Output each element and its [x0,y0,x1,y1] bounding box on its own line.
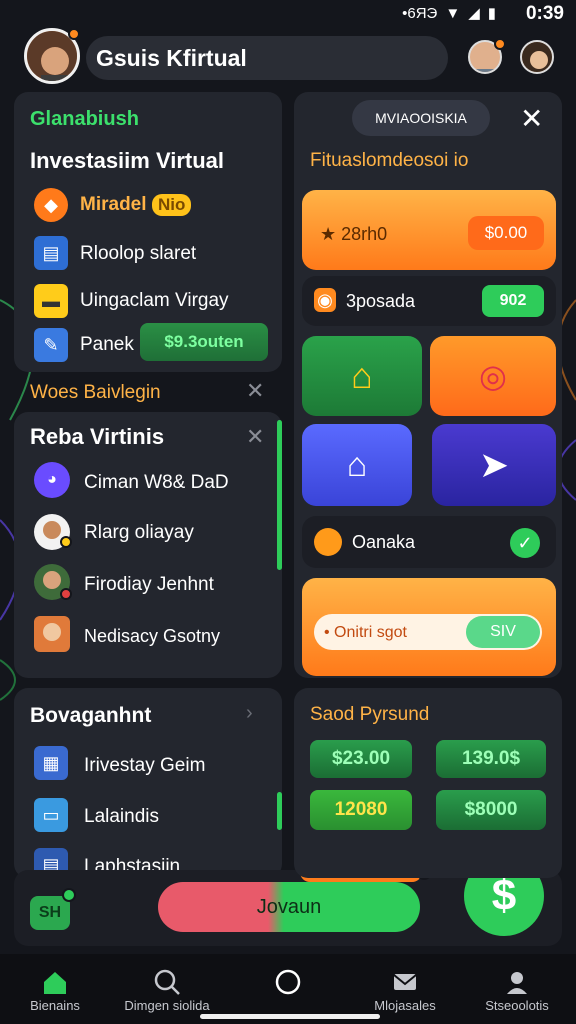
avatar: ◕ [34,462,70,498]
mail-icon [393,974,417,990]
row-label: 3posada [346,291,416,311]
chart-icon: ✎ [34,328,68,362]
home-indicator [200,1014,380,1019]
nav-item-home-button[interactable] [233,968,343,996]
amount-pill[interactable]: 139.0$ [436,740,546,778]
tile-building[interactable]: ⌂ [302,424,412,506]
tile-target[interactable]: ◎ [430,336,556,416]
item-label[interactable]: Uingaclam Virgay [80,290,229,312]
status-bar: •6ЯЭ ▼ ◢ ▮ 0:39 [0,0,576,26]
nav-item-search[interactable] [112,968,222,996]
home-icon [44,972,66,994]
panel-title: Investasiim Virtual [30,148,225,173]
section-label: Woes Baivlegin [30,382,161,403]
send-icon: ➤ [478,444,510,485]
slider-value[interactable]: SIV [466,616,540,648]
check-icon[interactable]: ✓ [510,528,540,558]
nav-label: Stseoolotis [485,998,549,1013]
tile-home[interactable]: ⌂ [302,336,422,416]
card-value[interactable]: $0.00 [468,216,544,250]
nav-item-messages[interactable] [350,968,460,996]
building-icon: ⌂ [346,445,368,484]
top-tab-button[interactable]: MVIAOOISKIA [352,100,490,136]
coin-icon [314,528,342,556]
page-title: Gsuis Kfirtual [96,45,247,71]
briefcase-icon: ▦ [34,746,68,780]
panel-title: Bovaganhnt [30,704,152,727]
card-text: ★ 28rh0 [320,224,388,244]
status-dot [62,888,76,902]
circle-icon [275,969,301,995]
item-badge: Nio [152,194,192,216]
nav-label: Dimgen siolida [124,998,210,1013]
carrier-text: •6ЯЭ [402,4,438,22]
user-avatar-2[interactable] [520,40,554,74]
balance-pill[interactable]: $9.3outen [140,323,268,361]
item-label[interactable]: Lalaindis [84,806,159,828]
item-label[interactable]: Panek [80,334,134,356]
nav-item-home[interactable] [0,968,110,996]
status-dot [60,588,72,600]
avatar [34,616,70,652]
status-badge[interactable]: SH [30,896,70,930]
row-value[interactable]: 902 [482,285,544,317]
nav-label: Mlojasales [374,998,436,1013]
signal-icon: ◢ [468,5,480,22]
status-label: Oanaka [352,532,416,552]
scrollbar[interactable] [277,420,282,570]
status-icons: •6ЯЭ ▼ ◢ ▮ [402,4,496,23]
amount-pill[interactable]: 12080 [310,790,412,830]
notification-dot [494,38,506,50]
scrollbar[interactable] [277,792,282,830]
close-icon[interactable]: ✕ [520,102,543,135]
panel-title: Reba Virtinis [30,424,165,449]
person-name[interactable]: Nedisacy Gsotny [84,626,220,647]
battery-icon: ▮ [487,5,496,22]
wifi-icon: ▼ [445,4,461,22]
status-dot [60,536,72,548]
wallet-icon: ▬ [34,284,68,318]
notification-dot [68,28,80,40]
clock: 0:39 [525,3,564,24]
panel-heading: Glanabiush [30,108,139,130]
join-button[interactable]: Jovaun [158,882,420,932]
location-icon: ◉ [314,288,336,312]
close-icon[interactable]: ✕ [246,378,264,404]
target-icon: ◎ [479,358,507,394]
slider-label: • Onitri sgot [324,624,407,641]
amount-pill[interactable]: $8000 [436,790,546,830]
item-label[interactable]: Rloolop slaret [80,243,196,265]
person-name[interactable]: Rlarg oliayay [84,522,194,544]
card-icon: ▭ [34,798,68,832]
document-icon: ▤ [34,236,68,270]
close-icon[interactable]: ✕ [246,424,264,450]
tile-send[interactable]: ➤ [432,424,556,506]
house-icon: ⌂ [351,355,373,396]
person-name[interactable]: Firodiay Jenhnt [84,574,214,596]
person-name[interactable]: Ciman W8& DaD [84,472,229,494]
item-label[interactable]: Irivestay Geim [84,755,205,777]
search-icon [154,969,180,995]
nav-item-settings[interactable] [462,968,572,996]
chevron-right-icon[interactable]: › [246,702,253,725]
panel-title: Saod Pyrsund [310,704,430,725]
amount-pill[interactable]: $23.00 [310,740,412,778]
item-label[interactable]: Miradel [80,194,147,216]
panel-title: Fituaslomdeosoi io [310,150,469,171]
shield-icon: ◆ [34,188,68,222]
user-icon [507,972,527,994]
